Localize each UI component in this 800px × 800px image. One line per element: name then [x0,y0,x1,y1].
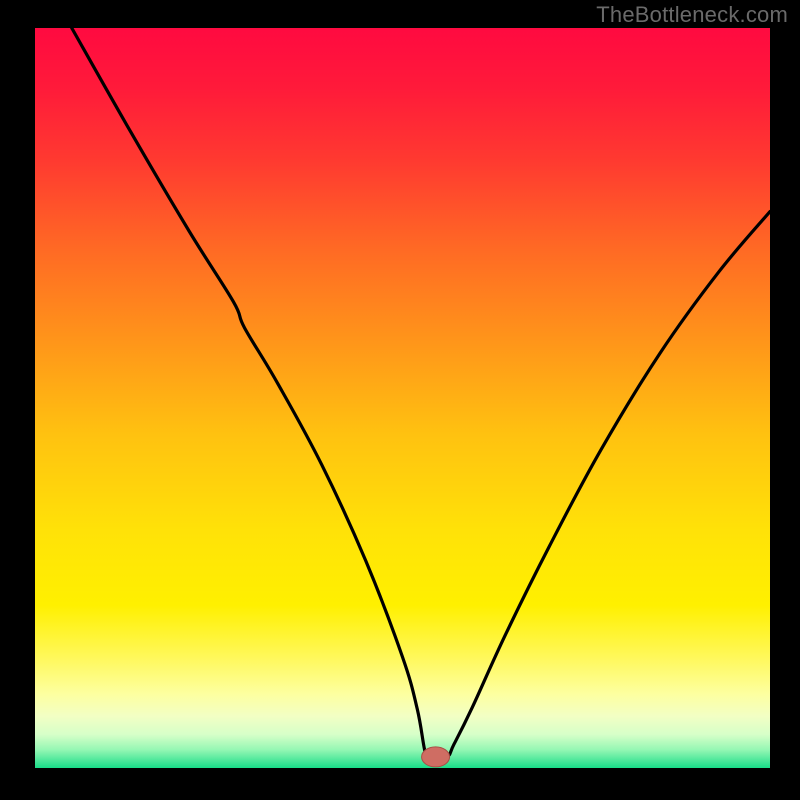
chart-frame: { "watermark": "TheBottleneck.com", "plo… [0,0,800,800]
bottleneck-chart [0,0,800,800]
watermark-text: TheBottleneck.com [596,2,788,28]
optimal-point-marker [422,747,450,767]
plot-area [35,28,770,768]
